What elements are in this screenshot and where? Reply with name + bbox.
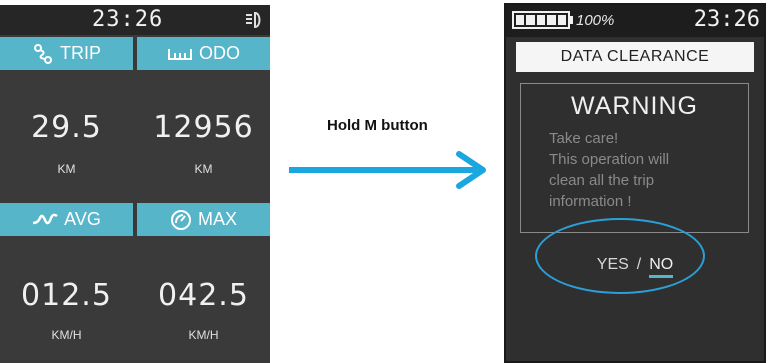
avg-value: 012.5 xyxy=(21,278,112,313)
status-bar: 23:26 xyxy=(0,5,270,35)
route-icon xyxy=(33,43,52,64)
headlight-icon xyxy=(246,11,261,29)
warning-message: Take care! This operation will clean all… xyxy=(549,128,744,212)
gauge-icon xyxy=(170,209,191,230)
odo-header: ODO xyxy=(137,37,270,70)
odo-label: ODO xyxy=(198,43,240,63)
clock: 23:26 xyxy=(92,7,164,32)
max-value: 042.5 xyxy=(158,278,249,313)
arrow-right-icon xyxy=(289,151,486,189)
trip-tile: TRIP 29.5 KM xyxy=(0,37,133,199)
odo-unit: KM xyxy=(194,162,213,176)
data-clearance-screen: 100% 23:26 DATA CLEARANCE WARNING Take c… xyxy=(504,3,766,363)
odo-tile: ODO 12956 KM xyxy=(137,37,270,199)
avg-label: AVG xyxy=(64,209,101,229)
max-label: MAX xyxy=(197,209,237,229)
highlight-ring xyxy=(535,218,705,294)
hold-instruction: Hold M button xyxy=(327,117,428,134)
avg-tile: AVG 012.5 KM/H xyxy=(0,203,133,363)
avg-header: AVG xyxy=(0,203,133,236)
warning-line: This operation will xyxy=(549,151,670,168)
data-clearance-banner: DATA CLEARANCE xyxy=(516,42,754,72)
status-bar: 100% 23:26 xyxy=(506,5,764,37)
battery-percent: 100% xyxy=(576,12,615,29)
battery-icon xyxy=(512,11,570,29)
trip-unit: KM xyxy=(57,162,76,176)
dashboard-screen: 23:26 TRIP 29.5 KM ODO 12956 KM AVG 012.… xyxy=(0,5,270,363)
avg-unit: KM/H xyxy=(51,328,82,342)
trip-value: 29.5 xyxy=(31,110,102,145)
max-tile: MAX 042.5 KM/H xyxy=(137,203,270,363)
warning-line: information ! xyxy=(549,193,632,210)
wave-icon xyxy=(33,213,58,224)
ruler-icon xyxy=(167,48,192,60)
battery-tip xyxy=(570,16,573,24)
warning-line: clean all the trip xyxy=(549,172,655,189)
max-unit: KM/H xyxy=(188,328,219,342)
warning-line: Take care! xyxy=(549,130,619,147)
odo-value: 12956 xyxy=(153,110,254,145)
max-header: MAX xyxy=(137,203,270,236)
warning-dialog: WARNING Take care! This operation will c… xyxy=(520,83,749,233)
trip-label: TRIP xyxy=(59,43,101,63)
clock: 23:26 xyxy=(693,7,760,32)
trip-header: TRIP xyxy=(0,37,133,70)
warning-title: WARNING xyxy=(571,92,698,120)
